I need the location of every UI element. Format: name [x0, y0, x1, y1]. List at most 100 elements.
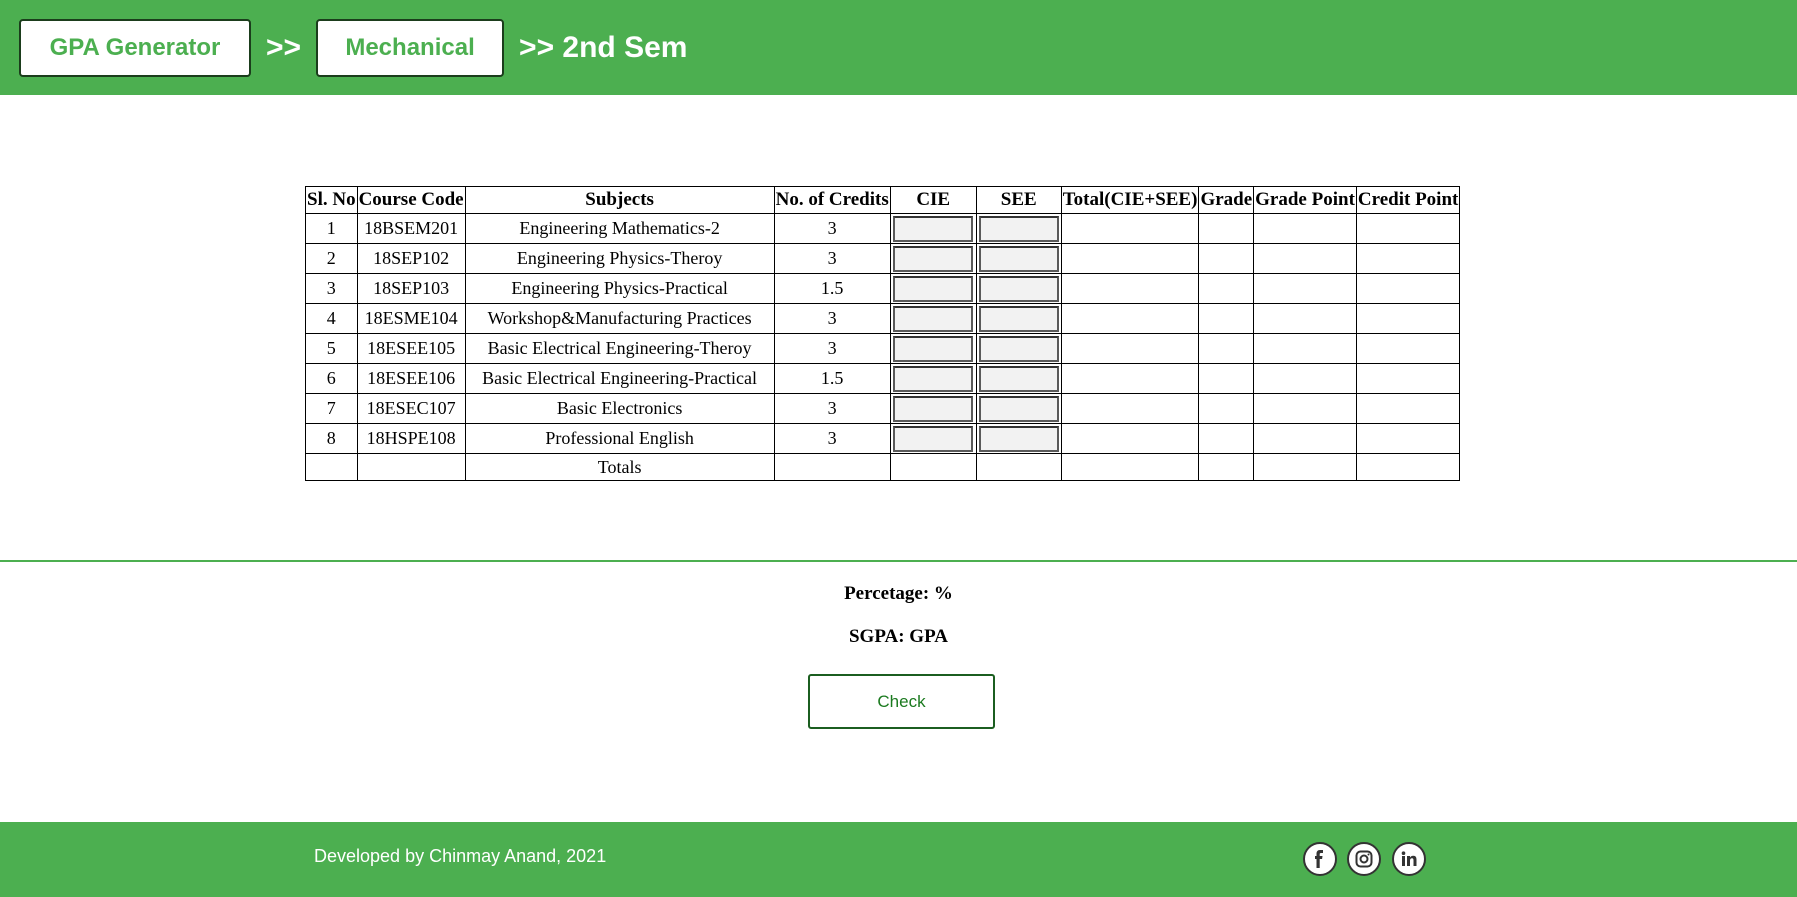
credits: 1.5: [773, 273, 891, 304]
footer-bar: Developed by Chinmay Anand, 2021: [0, 822, 1797, 897]
linkedin-icon[interactable]: [1392, 842, 1426, 876]
sl-no: 6: [305, 363, 358, 394]
cie-input[interactable]: [893, 425, 974, 452]
totals-credits-cell: [773, 453, 891, 481]
cie-input[interactable]: [893, 245, 974, 272]
cie-cell: [889, 303, 977, 334]
see-input[interactable]: [978, 305, 1059, 332]
total-cell: [1060, 273, 1200, 304]
header-grade: Grade: [1198, 186, 1255, 214]
course-code: 18ESEC107: [356, 393, 466, 424]
see-input[interactable]: [978, 275, 1059, 302]
grade-point-cell: [1253, 363, 1357, 394]
grade-point-cell: [1253, 273, 1357, 304]
credits: 3: [773, 243, 891, 274]
course-code: 18ESEE106: [356, 363, 466, 394]
grade-cell: [1198, 363, 1255, 394]
see-input[interactable]: [978, 365, 1059, 392]
total-cell: [1060, 213, 1200, 244]
subject-name: Professional English: [464, 423, 775, 454]
sl-no: 7: [305, 393, 358, 424]
grade-point-cell: [1253, 423, 1357, 454]
instagram-icon[interactable]: [1347, 842, 1381, 876]
gpa-generator-button[interactable]: GPA Generator: [19, 18, 251, 77]
total-cell: [1060, 423, 1200, 454]
header-total: Total(CIE+SEE): [1060, 186, 1200, 214]
grades-table-container: Sl. No Course Code Subjects No. of Credi…: [305, 186, 1461, 481]
cie-input[interactable]: [893, 275, 974, 302]
subject-name: Basic Electrical Engineering-Theroy: [464, 333, 775, 364]
cie-input[interactable]: [893, 395, 974, 422]
see-cell: [975, 273, 1062, 304]
mechanical-button[interactable]: Mechanical: [316, 18, 505, 77]
grade-point-cell: [1253, 333, 1357, 364]
see-input[interactable]: [978, 215, 1059, 242]
credit-point-cell: [1355, 273, 1461, 304]
header-credit-point: Credit Point: [1355, 186, 1461, 214]
current-semester-label: >> 2nd Sem: [519, 30, 688, 64]
facebook-icon[interactable]: [1303, 842, 1337, 876]
credits: 3: [773, 303, 891, 334]
table-row: 7 18ESEC107 Basic Electronics 3: [305, 393, 1461, 424]
grade-point-cell: [1253, 243, 1357, 274]
table-header-row: Sl. No Course Code Subjects No. of Credi…: [305, 186, 1461, 214]
table-row: 4 18ESME104 Workshop&Manufacturing Pract…: [305, 303, 1461, 334]
cie-input[interactable]: [893, 305, 974, 332]
see-input[interactable]: [978, 245, 1059, 272]
subject-name: Engineering Physics-Theroy: [464, 243, 775, 274]
sl-no: 5: [305, 333, 358, 364]
percentage-result: Percetage: %: [844, 583, 953, 604]
sl-no: 2: [305, 243, 358, 274]
totals-credit-point-cell: [1355, 453, 1461, 481]
table-row: 5 18ESEE105 Basic Electrical Engineering…: [305, 333, 1461, 364]
sl-no: 8: [305, 423, 358, 454]
course-code: 18BSEM201: [356, 213, 466, 244]
course-code: 18SEP102: [356, 243, 466, 274]
credit-point-cell: [1355, 423, 1461, 454]
totals-total-cell: [1060, 453, 1200, 481]
subject-name: Basic Electrical Engineering-Practical: [464, 363, 775, 394]
credits: 3: [773, 213, 891, 244]
sl-no: 1: [305, 213, 358, 244]
grade-point-cell: [1253, 303, 1357, 334]
table-row: 6 18ESEE106 Basic Electrical Engineering…: [305, 363, 1461, 394]
total-cell: [1060, 333, 1200, 364]
see-input[interactable]: [978, 395, 1059, 422]
grade-cell: [1198, 393, 1255, 424]
grade-cell: [1198, 243, 1255, 274]
totals-row: Totals: [305, 453, 1461, 481]
subject-name: Engineering Physics-Practical: [464, 273, 775, 304]
check-button[interactable]: Check: [808, 674, 995, 729]
subject-name: Workshop&Manufacturing Practices: [464, 303, 775, 334]
credits: 3: [773, 423, 891, 454]
cie-input[interactable]: [893, 365, 974, 392]
cie-input[interactable]: [893, 215, 974, 242]
table-row: 1 18BSEM201 Engineering Mathematics-2 3: [305, 213, 1461, 244]
see-cell: [975, 363, 1062, 394]
credits: 3: [773, 333, 891, 364]
see-input[interactable]: [978, 425, 1059, 452]
grade-cell: [1198, 333, 1255, 364]
section-divider: [0, 560, 1797, 562]
cie-input[interactable]: [893, 335, 974, 362]
credit-point-cell: [1355, 333, 1461, 364]
cie-cell: [889, 273, 977, 304]
see-cell: [975, 243, 1062, 274]
see-cell: [975, 393, 1062, 424]
grade-cell: [1198, 423, 1255, 454]
header-cie: CIE: [889, 186, 977, 214]
totals-grade-cell: [1198, 453, 1255, 481]
see-input[interactable]: [978, 335, 1059, 362]
header-credits: No. of Credits: [773, 186, 891, 214]
course-code: 18ESME104: [356, 303, 466, 334]
cie-cell: [889, 243, 977, 274]
course-code: 18HSPE108: [356, 423, 466, 454]
credits: 1.5: [773, 363, 891, 394]
see-cell: [975, 213, 1062, 244]
course-code: 18ESEE105: [356, 333, 466, 364]
see-cell: [975, 423, 1062, 454]
cie-cell: [889, 213, 977, 244]
table-row: 3 18SEP103 Engineering Physics-Practical…: [305, 273, 1461, 304]
grade-cell: [1198, 273, 1255, 304]
total-cell: [1060, 303, 1200, 334]
